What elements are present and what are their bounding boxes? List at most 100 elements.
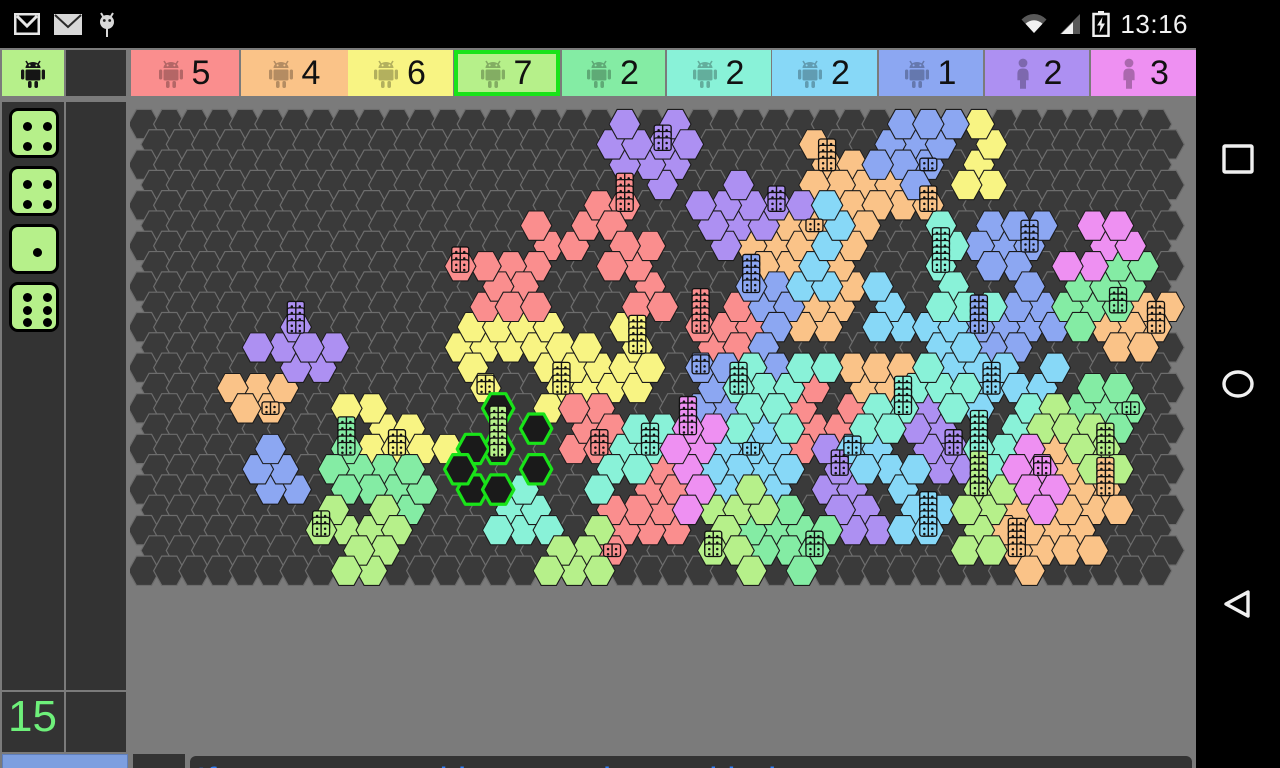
die-pip <box>1150 324 1154 327</box>
die-pip <box>341 451 344 455</box>
dice-stack <box>805 530 824 558</box>
die-pip <box>935 263 939 267</box>
die-pip <box>1032 248 1035 251</box>
dice-stack <box>742 441 761 456</box>
selected-hex-cell[interactable] <box>442 453 478 486</box>
die-pip <box>632 349 635 353</box>
back-icon[interactable] <box>1196 562 1280 646</box>
die-pip <box>657 146 660 150</box>
dice-stack <box>817 138 837 172</box>
android-bug-icon <box>100 12 114 37</box>
die-pip <box>315 527 319 531</box>
die-pip <box>986 390 989 394</box>
die-pip <box>594 446 597 449</box>
hint-ticker[interactable]: If you are attacking a territory with th… <box>190 756 1192 768</box>
player-slot-2[interactable]: 5 <box>131 50 239 96</box>
die-pip <box>943 268 947 272</box>
reserve-die-4 <box>9 282 59 332</box>
die-pip <box>273 405 276 409</box>
selected-hex-cell[interactable] <box>480 473 516 506</box>
die-pip <box>1036 466 1040 470</box>
dice-stack <box>843 435 862 456</box>
player-dice-count: 1 <box>937 54 957 92</box>
hex-map-canvas[interactable] <box>130 102 1192 750</box>
die-pip <box>22 305 32 315</box>
die-pip <box>973 324 977 327</box>
die-pip <box>931 527 934 531</box>
die-pip <box>1108 446 1111 449</box>
die-pip <box>703 324 706 327</box>
die-pip <box>1120 309 1124 312</box>
die-pip <box>1125 410 1128 414</box>
die-pip <box>745 446 749 449</box>
player-slot-10[interactable]: 2 <box>985 50 1089 96</box>
player-slot-5[interactable]: 7 <box>454 50 560 96</box>
dice-stack <box>640 422 660 456</box>
die-pip <box>829 162 833 165</box>
selected-hex-cell[interactable] <box>518 453 554 486</box>
player-slot-3[interactable]: 4 <box>241 50 349 96</box>
hint-ticker-text: If you are attacking a territory with th… <box>190 761 962 768</box>
dice-stack <box>944 429 963 456</box>
die-pip <box>956 446 959 449</box>
player-slot-4[interactable]: 6 <box>348 50 453 96</box>
die-pip <box>315 532 319 536</box>
player-slot-9[interactable]: 1 <box>879 50 983 96</box>
die-pip <box>779 202 782 206</box>
human-player-icon <box>1123 58 1135 89</box>
dice-stack <box>919 185 938 212</box>
die-pip <box>745 289 749 292</box>
die-pip <box>821 162 825 165</box>
die-pip <box>834 471 837 475</box>
die-pip <box>708 553 711 556</box>
die-pip <box>973 486 977 490</box>
die-pip <box>290 329 294 333</box>
dice-stack <box>476 374 495 395</box>
die-pip <box>500 448 504 451</box>
die-pip <box>349 451 352 455</box>
die-pip <box>644 451 648 455</box>
player-slot-empty[interactable] <box>66 50 126 96</box>
selected-hex-cell[interactable] <box>518 412 554 445</box>
player-status-bar: 5 4 6 7 2 2 2 1 2 3 <box>0 48 1196 100</box>
dice-stack <box>704 530 723 558</box>
die-pip <box>488 385 491 388</box>
die-pip <box>22 318 32 327</box>
recents-icon[interactable] <box>1196 118 1280 202</box>
die-pip <box>905 410 909 414</box>
home-icon[interactable] <box>1196 342 1280 426</box>
player-slot-7[interactable]: 2 <box>667 50 771 96</box>
undo-button[interactable]: U <box>133 754 185 768</box>
die-pip <box>1133 410 1136 414</box>
status-bar-clock: 13:16 <box>1120 9 1188 39</box>
die-pip <box>745 283 749 287</box>
territory-count-box: 15 <box>2 692 64 752</box>
android-player-icon <box>21 60 45 88</box>
gmail-icon <box>14 13 40 35</box>
die-pip <box>480 385 483 388</box>
player-slot-11[interactable]: 3 <box>1091 50 1196 96</box>
die-pip <box>349 446 352 449</box>
dice-stack <box>982 361 1001 395</box>
battery-charging-icon <box>1092 11 1111 37</box>
player-slot-8[interactable]: 2 <box>772 50 877 96</box>
player-slot-6[interactable]: 2 <box>562 50 665 96</box>
die-pip <box>652 446 656 449</box>
dice-stack <box>969 409 989 456</box>
die-pip <box>564 390 567 394</box>
dice-rail-secondary <box>66 102 126 690</box>
android-player-icon <box>798 60 823 88</box>
die-pip <box>973 492 977 495</box>
email-icon <box>54 13 82 35</box>
hex-map[interactable] <box>130 102 1192 750</box>
die-pip <box>500 453 504 457</box>
die-pip <box>1011 553 1015 556</box>
die-pip <box>682 431 686 434</box>
player-slot-0[interactable] <box>2 50 64 96</box>
end-turn-button[interactable]: End Turn <box>2 754 128 768</box>
die-pip <box>690 426 694 429</box>
die-pip <box>733 385 736 388</box>
die-pip <box>463 263 466 267</box>
die-pip <box>994 385 997 388</box>
die-pip <box>956 451 959 455</box>
